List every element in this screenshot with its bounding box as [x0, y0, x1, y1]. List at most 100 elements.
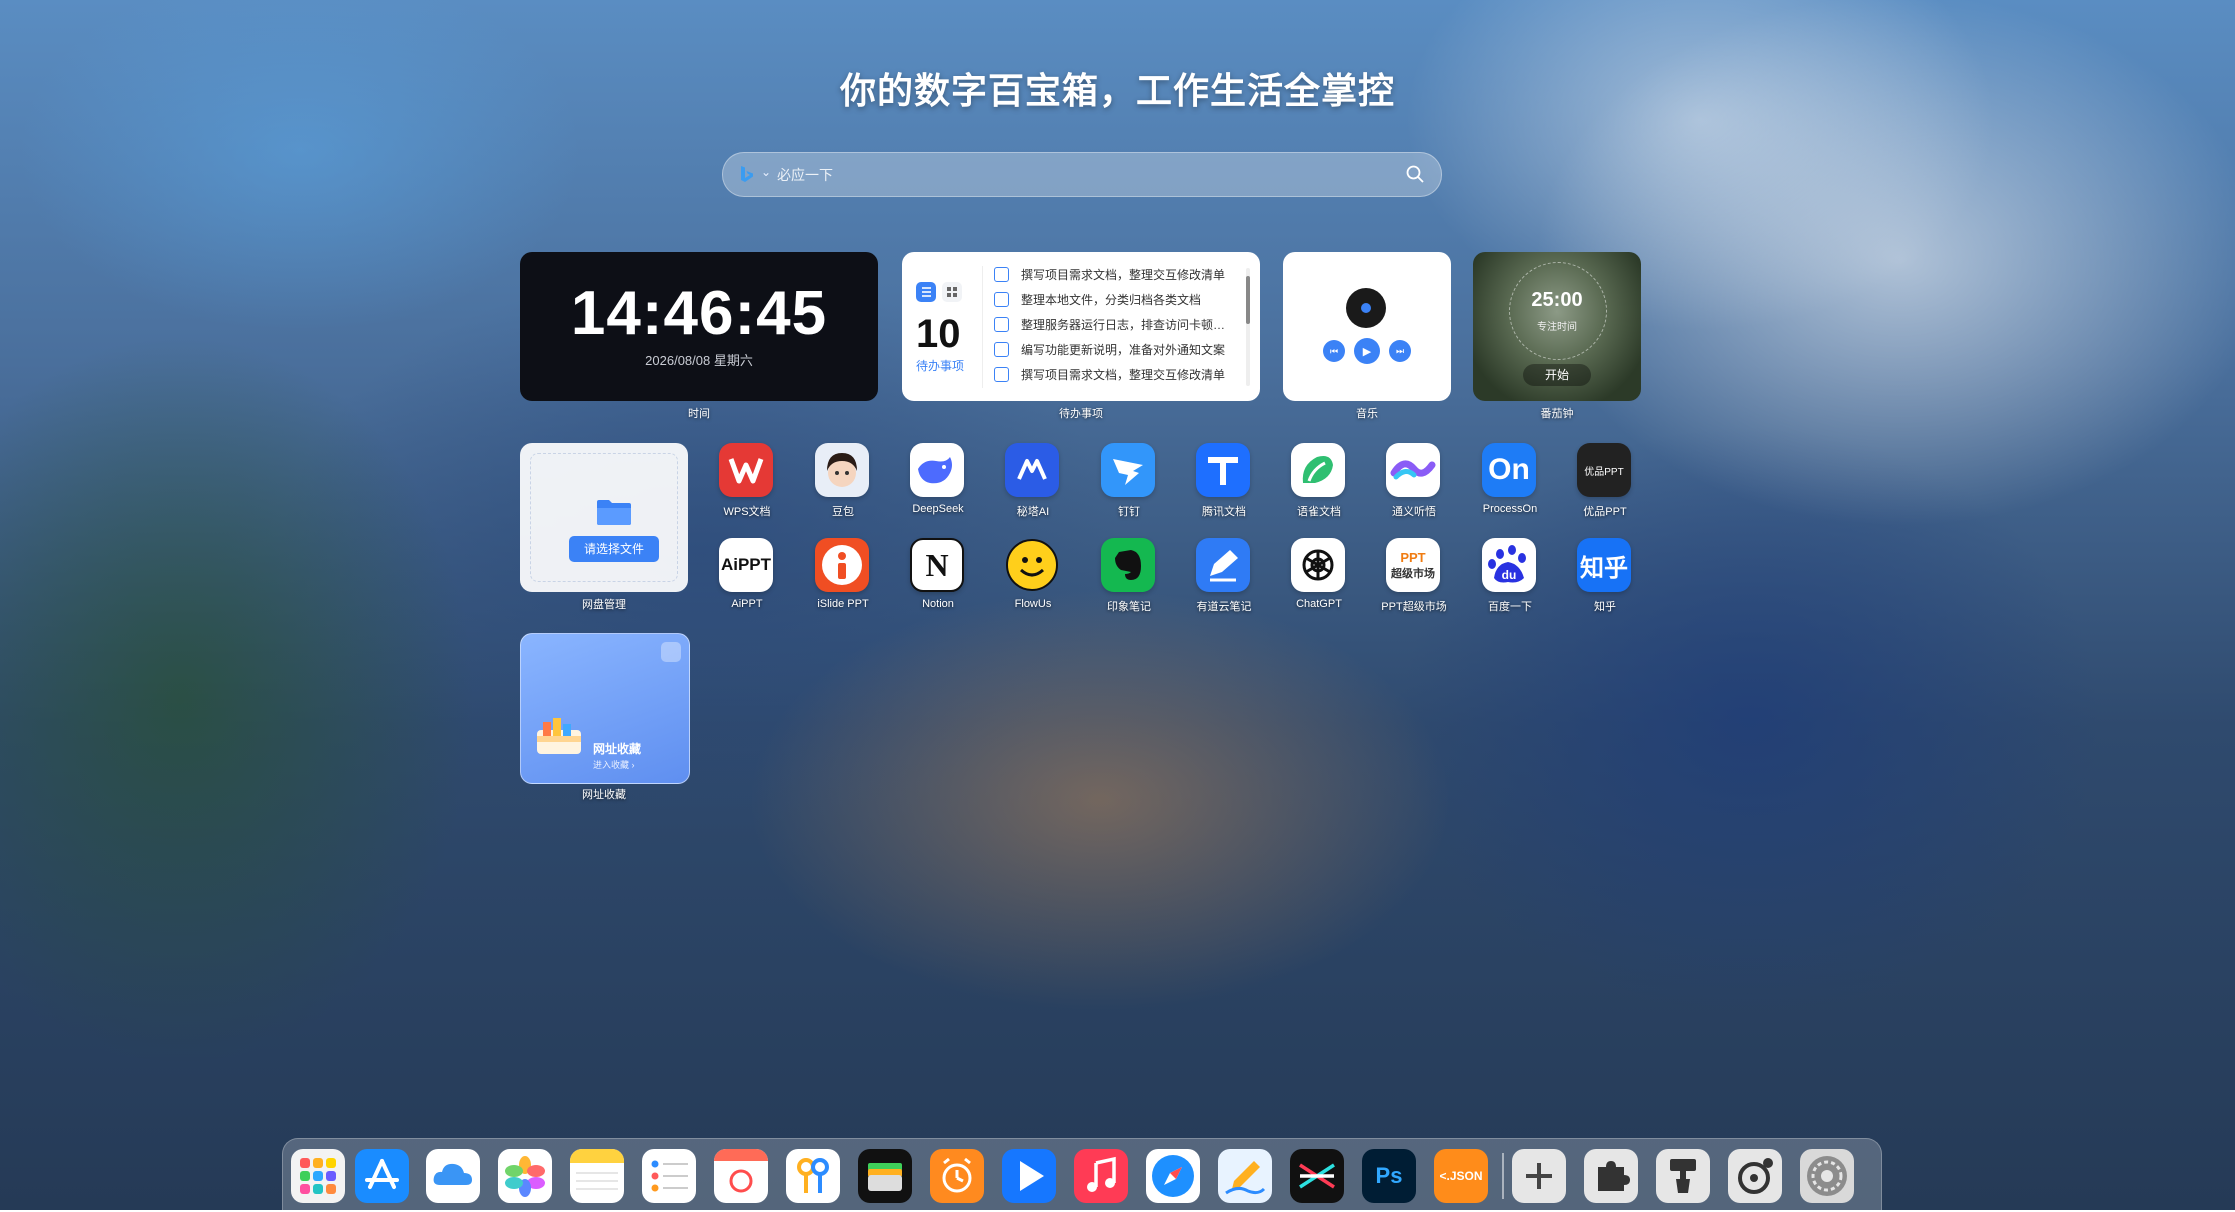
- app-metaso[interactable]: 秘塔AI: [1005, 443, 1061, 518]
- favorites-widget[interactable]: 网址收藏 进入收藏 ›: [520, 633, 690, 784]
- ppt-market-icon[interactable]: PPT 超级市场: [1386, 538, 1440, 592]
- choose-file-button[interactable]: 请选择文件: [569, 536, 659, 562]
- app-tingwu[interactable]: 通义听悟: [1386, 443, 1442, 518]
- plugin-icon[interactable]: [1584, 1149, 1638, 1203]
- todo-item[interactable]: 撰写项目需求文档，整理交互修改清单: [994, 362, 1232, 387]
- engine-dropdown-icon[interactable]: ⌄: [761, 165, 771, 179]
- metaso-icon[interactable]: [1005, 443, 1059, 497]
- drop-zone[interactable]: 请选择文件: [530, 453, 678, 582]
- photos-icon[interactable]: [498, 1149, 552, 1203]
- favorites-corner-icon[interactable]: [661, 642, 681, 662]
- app-label: 语雀文档: [1297, 506, 1341, 518]
- safari-icon[interactable]: [1146, 1149, 1200, 1203]
- reminders-icon[interactable]: [642, 1149, 696, 1203]
- evernote-icon[interactable]: [1101, 538, 1155, 592]
- pomodoro-widget[interactable]: 25:00 专注时间 开始: [1473, 252, 1641, 401]
- capcut-icon[interactable]: [1290, 1149, 1344, 1203]
- theme-brush-icon[interactable]: [1656, 1149, 1710, 1203]
- app-doubao[interactable]: 豆包: [815, 443, 871, 518]
- app-label: ChatGPT: [1296, 598, 1342, 610]
- app-zhihu[interactable]: 知乎 知乎: [1577, 538, 1633, 613]
- deepseek-icon[interactable]: [910, 443, 964, 497]
- tencent-docs-icon[interactable]: [1196, 443, 1250, 497]
- app-label: 印象笔记: [1107, 601, 1151, 613]
- clock-time: 14:46:45: [570, 279, 828, 348]
- search-input[interactable]: [775, 159, 1379, 191]
- app-aippt[interactable]: AiPPT AiPPT: [719, 538, 775, 610]
- settings-clock-icon[interactable]: [1728, 1149, 1782, 1203]
- chatgpt-icon[interactable]: [1291, 538, 1345, 592]
- keys-icon[interactable]: [786, 1149, 840, 1203]
- youdao-note-icon[interactable]: [1196, 538, 1250, 592]
- app-tencent-docs[interactable]: 腾讯文档: [1196, 443, 1252, 518]
- app-youpin-ppt[interactable]: 优品PPT 优品PPT: [1577, 443, 1633, 518]
- todo-item[interactable]: 整理本地文件，分类归档各类文档: [994, 287, 1232, 312]
- zhihu-icon[interactable]: 知乎: [1577, 538, 1631, 592]
- music-widget[interactable]: ⏮ ▶ ⏭: [1283, 252, 1451, 401]
- app-ppt-market[interactable]: PPT 超级市场 PPT超级市场: [1381, 538, 1447, 613]
- wps-icon[interactable]: [719, 443, 773, 497]
- todo-checkbox[interactable]: [994, 367, 1009, 382]
- app-wps[interactable]: WPS文档: [719, 443, 775, 518]
- search-icon[interactable]: [1405, 164, 1425, 184]
- bing-icon[interactable]: [737, 164, 757, 184]
- add-icon[interactable]: [1512, 1149, 1566, 1203]
- todo-item-text: 整理本地文件，分类归档各类文档: [1021, 293, 1202, 307]
- todo-item-text: 撰写项目需求文档，整理交互修改清单: [1021, 368, 1226, 382]
- todo-scrollbar[interactable]: [1246, 268, 1250, 386]
- flowus-icon[interactable]: [1005, 538, 1059, 592]
- video-player-icon[interactable]: [1002, 1149, 1056, 1203]
- system-settings-icon[interactable]: [1800, 1149, 1854, 1203]
- favorites-subtitle[interactable]: 进入收藏 ›: [593, 758, 635, 771]
- todo-item[interactable]: 撰写项目需求文档，整理交互修改清单: [994, 262, 1232, 287]
- wallet-icon[interactable]: [858, 1149, 912, 1203]
- list-view-icon[interactable]: [916, 282, 936, 302]
- todo-checkbox[interactable]: [994, 267, 1009, 282]
- app-flowus[interactable]: FlowUs: [1005, 538, 1061, 610]
- app-youdao-note[interactable]: 有道云笔记: [1196, 538, 1252, 613]
- json-icon[interactable]: <.JSON: [1434, 1149, 1488, 1203]
- icloud-icon[interactable]: [426, 1149, 480, 1203]
- dingtalk-icon[interactable]: [1101, 443, 1155, 497]
- todo-item[interactable]: 编写功能更新说明，准备对外通知文案: [994, 337, 1232, 362]
- grid-view-icon[interactable]: [942, 282, 962, 302]
- todo-checkbox[interactable]: [994, 342, 1009, 357]
- app-processon[interactable]: On ProcessOn: [1482, 443, 1538, 515]
- pomodoro-start-button[interactable]: 开始: [1523, 364, 1591, 386]
- app-notion[interactable]: N Notion: [910, 538, 966, 610]
- music-icon[interactable]: [1074, 1149, 1128, 1203]
- app-baidu[interactable]: du 百度一下: [1482, 538, 1538, 613]
- next-track-icon[interactable]: ⏭: [1389, 340, 1411, 362]
- todo-checkbox[interactable]: [994, 292, 1009, 307]
- doubao-icon[interactable]: [815, 443, 869, 497]
- play-icon[interactable]: ▶: [1354, 338, 1380, 364]
- todo-item[interactable]: 整理服务器运行日志，排查访问卡顿…: [994, 312, 1232, 337]
- app-dingtalk[interactable]: 钉钉: [1101, 443, 1157, 518]
- photoshop-icon[interactable]: Ps: [1362, 1149, 1416, 1203]
- app-chatgpt[interactable]: ChatGPT: [1291, 538, 1347, 610]
- app-deepseek[interactable]: DeepSeek: [910, 443, 966, 515]
- notes-icon[interactable]: [570, 1149, 624, 1203]
- freeform-icon[interactable]: [1218, 1149, 1272, 1203]
- baidu-icon[interactable]: du: [1482, 538, 1536, 592]
- calendar-icon[interactable]: [714, 1149, 768, 1203]
- processon-icon[interactable]: On: [1482, 443, 1536, 497]
- youpin-ppt-icon[interactable]: 优品PPT: [1577, 443, 1631, 497]
- islide-icon[interactable]: [815, 538, 869, 592]
- alarm-icon[interactable]: [930, 1149, 984, 1203]
- app-evernote[interactable]: 印象笔记: [1101, 538, 1157, 613]
- clock-widget[interactable]: 14:46:45 2026/08/08 星期六: [520, 252, 878, 401]
- aippt-icon[interactable]: AiPPT: [719, 538, 773, 592]
- tingwu-icon[interactable]: [1386, 443, 1440, 497]
- todo-checkbox[interactable]: [994, 317, 1009, 332]
- netdisk-widget[interactable]: 请选择文件: [520, 443, 688, 592]
- previous-track-icon[interactable]: ⏮: [1323, 340, 1345, 362]
- app-store-icon[interactable]: [355, 1149, 409, 1203]
- launchpad-icon[interactable]: [291, 1149, 345, 1203]
- app-yuque[interactable]: 语雀文档: [1291, 443, 1347, 518]
- search-bar[interactable]: ⌄: [722, 152, 1442, 197]
- todo-widget[interactable]: 10 待办事项 撰写项目需求文档，整理交互修改清单 整理本地文件，分类归档各类文…: [902, 252, 1260, 401]
- notion-icon[interactable]: N: [910, 538, 964, 592]
- yuque-icon[interactable]: [1291, 443, 1345, 497]
- app-islide[interactable]: iSlide PPT: [815, 538, 871, 610]
